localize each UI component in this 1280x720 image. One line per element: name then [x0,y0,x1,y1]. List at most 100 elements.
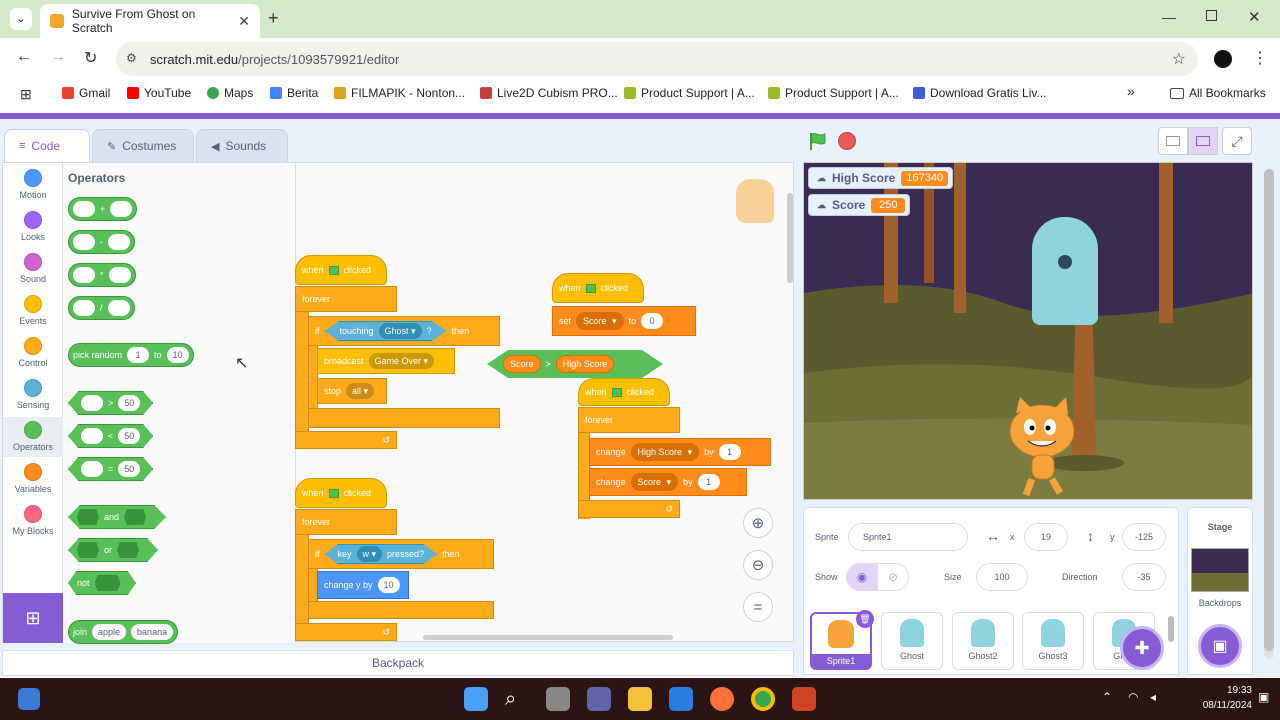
broadcast-dropdown[interactable]: Game Over ▾ [368,353,435,369]
address-bar[interactable]: ⚙ scratch.mit.edu/projects/1093579921/ed… [116,42,1198,76]
back-arrow-icon[interactable]: ← [16,48,32,66]
subtract-operator-block[interactable]: - [68,230,135,254]
app-icon[interactable] [792,687,816,711]
page-scrollbar[interactable] [1264,169,1274,659]
cat-sprite[interactable] [1002,397,1082,497]
stage-canvas[interactable]: ☁ High Score 167340 ☁ Score 250 [803,162,1253,500]
profile-avatar[interactable] [1214,50,1232,68]
tab-sounds[interactable]: ◀ Sounds [196,129,288,163]
forward-arrow-icon[interactable]: → [50,48,66,66]
stop-button[interactable] [838,132,856,150]
x-input[interactable]: 19 [1024,523,1068,551]
tray-chevron-icon[interactable]: ⌃ [1102,690,1112,704]
or-block[interactable]: or [68,538,158,562]
menu-dots-icon[interactable]: ⋮ [1252,48,1268,68]
search-icon[interactable]: ⌕ [505,687,529,711]
browser-tab-active[interactable]: Survive From Ghost on Scratch ✕ [40,4,260,38]
touching-dropdown[interactable]: Ghost ▾ [378,323,422,339]
minimize-button[interactable]: — [1162,9,1176,25]
small-stage-button[interactable] [1158,127,1188,155]
windows-start-icon[interactable] [464,687,488,711]
vertical-scrollbar[interactable] [787,193,793,283]
variable-dropdown[interactable]: High Score ▾ [630,443,700,461]
sprite-tile-ghost3[interactable]: Ghost3 [1022,612,1084,670]
greater-than-block[interactable]: >50 [68,391,154,415]
when-flag-clicked-hat-1[interactable]: when clicked [295,255,387,285]
wifi-icon[interactable]: ◠ [1128,690,1138,704]
variable-dropdown[interactable]: Score ▾ [630,473,679,491]
category-motion[interactable]: Motion [3,169,63,200]
join-block[interactable]: join apple banana [68,620,179,644]
widgets-icon[interactable] [18,688,40,710]
category-looks[interactable]: Looks [3,211,63,242]
green-flag-button[interactable] [808,131,828,151]
show-hidden-button[interactable]: ⊘ [877,563,909,591]
notification-icon[interactable]: ▣ [1258,690,1269,704]
volume-icon[interactable]: ◂ [1150,690,1156,704]
change-high-score-block[interactable]: change High Score ▾ by 1 [589,438,771,466]
broadcast-block[interactable]: broadcast Game Over ▾ [317,348,455,374]
stop-dropdown[interactable]: all ▾ [346,383,375,399]
bookmark-live2d[interactable]: Live2D Cubism PRO... [480,86,618,100]
stage-selector-panel[interactable]: Stage Backdrops ▣ [1187,507,1253,675]
bookmark-berita[interactable]: Berita [270,86,318,100]
sprite-name-input[interactable]: Sprite1 [848,523,968,551]
file-explorer-icon[interactable] [628,687,652,711]
divide-operator-block[interactable]: / [68,296,135,320]
ghost-sprite[interactable] [1032,217,1098,325]
stop-all-block[interactable]: stop all ▾ [317,378,387,404]
zoom-out-button[interactable]: ⊖ [743,550,773,580]
task-view-icon[interactable] [546,687,570,711]
forever-block-4[interactable]: forever [295,509,397,535]
set-score-block[interactable]: set Score ▾ to 0 [552,306,696,336]
score-reporter[interactable]: Score [503,355,541,373]
show-visible-button[interactable]: ◉ [846,563,878,591]
apps-grid-icon[interactable]: ⊞ [20,86,32,103]
zoom-in-button[interactable]: ⊕ [743,508,773,538]
category-my-blocks[interactable]: My Blocks [3,505,63,536]
key-pressed-sensing-block[interactable]: key w ▾ pressed? [324,544,438,564]
high-score-reporter[interactable]: High Score [555,355,615,373]
reload-icon[interactable]: ↻ [84,48,97,68]
tab-costumes[interactable]: ✎ Costumes [92,129,194,163]
less-than-block[interactable]: <50 [68,424,154,448]
large-stage-button[interactable] [1188,127,1218,155]
close-tab-icon[interactable]: ✕ [238,13,250,30]
category-sound[interactable]: Sound [3,253,63,284]
category-control[interactable]: Control [3,337,63,368]
bookmark-gmail[interactable]: Gmail [62,86,110,100]
bookmark-download-gratis[interactable]: Download Gratis Liv... [913,86,1047,100]
pick-random-block[interactable]: pick random 1 to 10 [68,343,194,367]
sprite-tile-sprite1[interactable]: Sprite1 🗑 [810,610,874,670]
when-flag-clicked-hat-4[interactable]: when clicked [295,478,387,508]
close-window-button[interactable]: ✕ [1248,8,1261,26]
sprite-tile-ghost[interactable]: Ghost [881,612,943,670]
delete-sprite-icon[interactable]: 🗑 [856,610,874,628]
score-monitor[interactable]: ☁ Score 250 [808,194,911,216]
bookmark-product-support-1[interactable]: Product Support | A... [624,86,755,100]
category-variables[interactable]: Variables [3,463,63,494]
y-input[interactable]: -125 [1122,523,1166,551]
add-operator-block[interactable]: + [68,197,138,221]
change-y-block[interactable]: change y by 10 [317,571,409,599]
firefox-icon[interactable] [710,687,734,711]
when-flag-clicked-hat-2[interactable]: when clicked [552,273,644,303]
horizontal-scrollbar[interactable] [423,635,673,640]
store-icon[interactable] [669,687,693,711]
key-dropdown[interactable]: w ▾ [356,546,383,562]
teams-icon[interactable] [587,687,611,711]
variable-dropdown[interactable]: Score ▾ [576,312,624,330]
backpack-bar[interactable]: Backpack [2,650,794,676]
forever-block-1[interactable]: forever [295,286,397,312]
if-key-pressed-block[interactable]: if key w ▾ pressed? then [308,539,494,569]
tab-code[interactable]: ≡ Code [4,129,90,163]
direction-input[interactable]: -35 [1122,563,1166,591]
score-greater-than-high-score-block[interactable]: Score > High Score [487,350,663,378]
size-input[interactable]: 100 [976,563,1028,591]
forever-block-3[interactable]: forever [578,407,680,433]
sprite-tile-ghost2[interactable]: Ghost2 [952,612,1014,670]
add-extension-button[interactable]: ⊞ [3,593,63,643]
when-flag-clicked-hat-3[interactable]: when clicked [578,378,670,406]
zoom-reset-button[interactable]: = [743,592,773,622]
and-block[interactable]: and [68,505,166,529]
